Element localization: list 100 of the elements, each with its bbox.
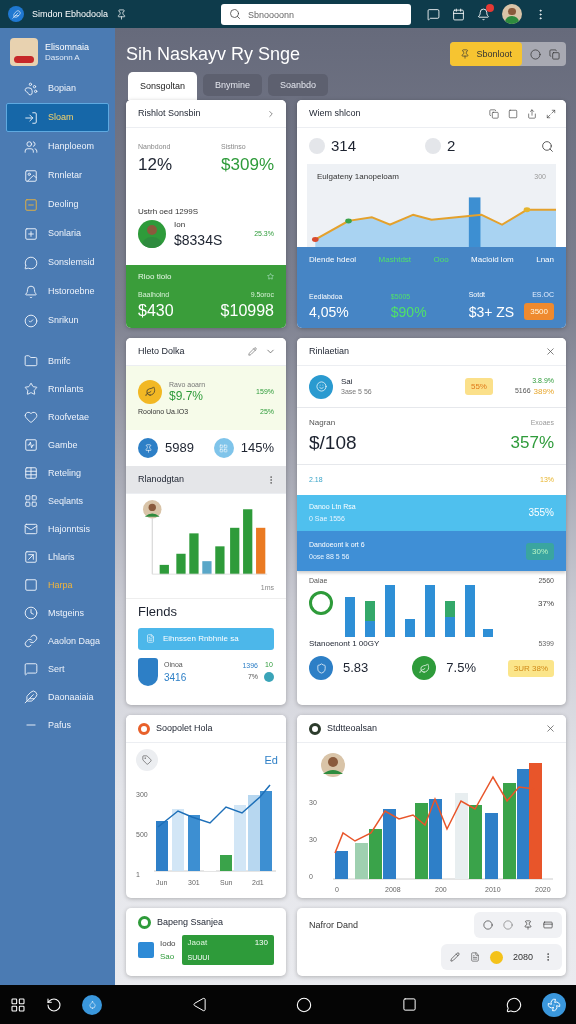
chat-icon[interactable] [427, 7, 441, 21]
image-icon [24, 168, 38, 183]
back-button[interactable] [191, 997, 207, 1012]
file-icon[interactable] [469, 952, 480, 962]
row-value: 355% [528, 507, 554, 519]
sidebar-item[interactable]: Snrikun [6, 306, 109, 335]
person-name: Ion [174, 220, 187, 230]
calendar-icon[interactable] [452, 7, 466, 21]
circle-icon[interactable] [530, 48, 541, 60]
heart-icon [24, 410, 38, 424]
sidebar-item[interactable]: Hajonntsis [6, 515, 109, 543]
recents-button[interactable] [401, 997, 417, 1012]
chat-icon [24, 255, 38, 270]
bell-icon[interactable] [477, 7, 491, 21]
avatar [321, 753, 345, 777]
stat-change: 357% [510, 432, 554, 453]
chart-title: Eulgateny 1anopeloam [317, 172, 399, 182]
recents-icon [401, 997, 417, 1012]
grid-button[interactable] [10, 996, 26, 1013]
column-label: Mashtdst [378, 255, 412, 265]
amount: 2080 [512, 951, 533, 963]
sidebar-item[interactable]: Pafus [6, 711, 109, 739]
sidebar-item[interactable]: Reteling [6, 459, 109, 487]
page-title: Sih Naskayv Ry Snge [126, 43, 301, 65]
column-label: Macloid lom [471, 255, 514, 265]
expand-icon[interactable] [546, 108, 556, 119]
sidebar-item[interactable]: Sloam [6, 103, 109, 132]
card-title: Bapeng Ssanjea [157, 917, 224, 928]
sidebar-item[interactable]: Bmifc [6, 347, 109, 375]
sidebar-item[interactable]: Lhlaris [6, 543, 109, 571]
search-field[interactable]: Sbnoooonn [221, 4, 412, 25]
item-value: $9.7% [169, 389, 205, 404]
sidebar-item[interactable]: Deoling [6, 190, 109, 219]
badge-button[interactable] [506, 996, 522, 1013]
metric-value: $90% [390, 304, 427, 320]
sidebar-item[interactable]: Sonslemsid [6, 248, 109, 277]
share-icon[interactable] [527, 108, 537, 119]
square-icon [138, 942, 154, 958]
table-icon [24, 466, 38, 480]
stat-badge: 3UR 38% [507, 659, 554, 677]
metric-badge: 3500 [524, 303, 554, 320]
close-icon[interactable] [545, 723, 556, 734]
square-icon[interactable] [508, 108, 518, 119]
avatar[interactable] [502, 4, 523, 24]
sidebar-item[interactable]: Sert [6, 655, 109, 683]
column-label: Dlende hdeol [309, 255, 357, 265]
sidebar-item[interactable]: Hstoroebne [6, 277, 109, 306]
pencil-icon[interactable] [449, 952, 460, 962]
home-button[interactable] [296, 996, 312, 1013]
star-icon [267, 273, 274, 281]
chart-icon [24, 438, 38, 452]
chat-icon [506, 996, 522, 1013]
sidebar-item[interactable]: Daonaaiaia [6, 683, 109, 711]
stat-value: 5.83 [343, 660, 369, 676]
stat-value: 7.5% [446, 660, 476, 676]
sidebar-item[interactable]: Gambe [6, 431, 109, 459]
card-icon[interactable] [543, 920, 553, 930]
chart-value: 37% [538, 599, 554, 609]
grid-icon [10, 996, 26, 1013]
circle-icon[interactable] [483, 920, 493, 930]
ring-icon [138, 916, 151, 929]
feather-icon [24, 690, 38, 704]
sidebar-item[interactable]: Bopian [6, 74, 109, 103]
drop-button[interactable] [82, 994, 102, 1015]
chevron-icon[interactable] [266, 108, 276, 119]
counter-value: 2 [447, 137, 456, 155]
close-icon[interactable] [545, 346, 556, 357]
stat-value: 12% [138, 154, 173, 175]
sidebar-item[interactable]: Roofvetae [6, 403, 109, 431]
tab[interactable]: Soanbdo [268, 74, 329, 96]
sidebar-item[interactable]: Rnnletar [6, 161, 109, 190]
action-button[interactable]: Sbonloot [450, 42, 522, 66]
sidebar-item[interactable]: Hanploeom [6, 132, 109, 161]
check-circle-icon [24, 313, 38, 328]
data-point [345, 218, 352, 224]
tab[interactable]: Sonsgoltan [128, 72, 198, 100]
ring-icon [138, 722, 150, 735]
pin-icon[interactable] [116, 8, 128, 20]
fan-button[interactable] [542, 992, 566, 1017]
sidebar-item[interactable]: Mstgeins [6, 599, 109, 627]
item-label: Sao [160, 951, 176, 961]
ring-icon [309, 591, 333, 616]
sidebar-item[interactable]: Harpa [6, 571, 109, 599]
sidebar-item[interactable]: Aaolon Daga [6, 627, 109, 655]
item-badge: 55% [464, 378, 493, 395]
wide-button[interactable]: Eihnssen Rnbhnle sa [138, 627, 274, 650]
pin-icon[interactable] [523, 920, 533, 930]
profile-subtitle: Dasonn A [45, 52, 81, 62]
folder-icon [24, 354, 38, 368]
card-title: Nafror Dand [309, 919, 359, 931]
section-title: Rlanodgtan [138, 474, 185, 485]
sidebar-item[interactable]: Rnnlants [6, 375, 109, 403]
sidebar-item[interactable]: Seqlants [6, 487, 109, 515]
search-icon[interactable] [541, 139, 554, 153]
sidebar-item[interactable]: Sonlaria [6, 219, 109, 248]
copy-icon[interactable] [489, 108, 499, 119]
tab[interactable]: Bnymine [203, 74, 263, 96]
copy-icon[interactable] [549, 48, 560, 60]
pencil-icon[interactable] [248, 347, 257, 356]
refresh-button[interactable] [46, 996, 62, 1013]
